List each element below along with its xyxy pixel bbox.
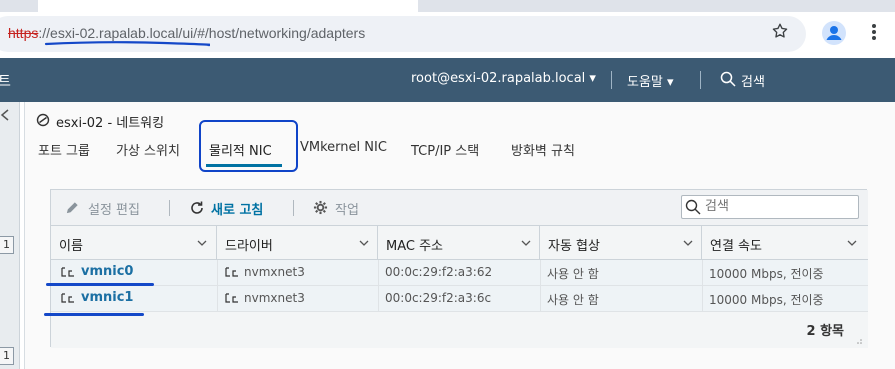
browser-menu-icon[interactable] xyxy=(868,22,880,42)
host-icon xyxy=(36,113,50,127)
autoneg-cell: 사용 안 함 xyxy=(547,267,599,281)
toolbar-divider xyxy=(169,200,170,216)
cell-divider xyxy=(540,286,541,312)
help-menu[interactable]: 도움말 ▾ xyxy=(627,71,674,90)
gear-icon xyxy=(313,200,328,215)
cell-divider xyxy=(378,260,379,286)
url-path: ://esxi-02.rapalab.local/ui/#/host/netwo… xyxy=(38,25,366,41)
url-text[interactable]: https://esxi-02.rapalab.local/ui/#/host/… xyxy=(8,25,365,41)
mac-cell: 00:0c:29:f2:a3:6c xyxy=(385,291,492,305)
actions-button[interactable]: 작업 xyxy=(335,199,359,218)
column-header-driver[interactable]: 드라이버 xyxy=(217,226,378,260)
cell-divider xyxy=(378,286,379,312)
search-icon xyxy=(685,199,701,215)
grid-header: 이름 드라이버 MAC 주소 자동 협상 연결 속도 xyxy=(51,226,868,260)
item-count: 2 항목 xyxy=(806,324,845,339)
cell-divider xyxy=(702,260,703,286)
edit-settings-button[interactable]: 설정 편집 xyxy=(88,199,140,218)
speed-cell: 10000 Mbps, 전이중 xyxy=(709,293,824,307)
header-divider xyxy=(611,71,612,89)
search-icon[interactable] xyxy=(720,71,736,87)
pencil-icon xyxy=(66,202,78,214)
navigator-badge[interactable]: 1 xyxy=(0,236,14,254)
tab-vmkernel-nics[interactable]: VMkernel NIC xyxy=(300,140,387,155)
tab-firewall-rules[interactable]: 방화벽 규칙 xyxy=(511,140,575,159)
grid-search-box[interactable] xyxy=(681,195,859,219)
tab-port-groups[interactable]: 포트 그룹 xyxy=(38,140,90,159)
nic-name-link[interactable]: vmnic0 xyxy=(81,264,133,279)
tab-physical-nics[interactable]: 물리적 NIC xyxy=(209,140,272,159)
cell-divider xyxy=(217,286,218,312)
column-label: MAC 주소 xyxy=(386,239,444,254)
grid-search-input[interactable] xyxy=(705,199,855,214)
table-row[interactable]: vmnic0 nvmxnet3 00:0c:29:f2:a3:62 사용 안 함… xyxy=(51,260,868,286)
refresh-button[interactable]: 새로 고침 xyxy=(211,199,263,218)
collapse-navigator-icon[interactable] xyxy=(0,109,10,121)
browser-active-tab[interactable] xyxy=(38,0,418,12)
app-header: 트 root@esxi-02.rapalab.local ▾ 도움말 ▾ 검색 xyxy=(0,58,895,102)
user-menu[interactable]: root@esxi-02.rapalab.local ▾ xyxy=(411,71,596,86)
cell-divider xyxy=(217,260,218,286)
column-header-name[interactable]: 이름 xyxy=(51,226,217,260)
column-header-autoneg[interactable]: 자동 협상 xyxy=(540,226,702,260)
grid-toolbar: 설정 편집 새로 고침 작업 xyxy=(51,190,868,226)
tab-virtual-switches[interactable]: 가상 스위치 xyxy=(116,140,180,159)
address-bar[interactable]: https://esxi-02.rapalab.local/ui/#/host/… xyxy=(0,16,806,52)
nic-name-link[interactable]: vmnic1 xyxy=(81,290,133,305)
chevron-down-icon[interactable] xyxy=(847,239,857,247)
browser-tab-strip xyxy=(0,0,895,12)
cell-divider xyxy=(702,286,703,312)
active-tab-indicator xyxy=(206,164,282,167)
toolbar-divider xyxy=(293,200,294,216)
column-header-mac[interactable]: MAC 주소 xyxy=(378,226,540,260)
cell-divider xyxy=(540,260,541,286)
url-scheme: https xyxy=(8,25,39,41)
refresh-icon xyxy=(191,201,203,214)
physical-nic-grid: 설정 편집 새로 고침 작업 이름 드라이버 MAC 주소 xyxy=(50,189,868,348)
column-label: 연결 속도 xyxy=(710,239,762,254)
chevron-down-icon[interactable] xyxy=(521,239,531,247)
browser-toolbar: https://esxi-02.rapalab.local/ui/#/host/… xyxy=(0,12,895,58)
header-divider xyxy=(700,71,701,89)
speed-cell: 10000 Mbps, 전이중 xyxy=(709,267,824,281)
chevron-down-icon[interactable] xyxy=(683,239,693,247)
navigator-badge[interactable]: 1 xyxy=(0,347,14,365)
nic-icon xyxy=(225,267,238,277)
screen: https://esxi-02.rapalab.local/ui/#/host/… xyxy=(0,0,895,369)
grid-footer: 2 항목 xyxy=(51,312,868,348)
driver-cell: nvmxnet3 xyxy=(244,291,305,305)
mac-cell: 00:0c:29:f2:a3:62 xyxy=(385,265,493,279)
nic-icon xyxy=(61,293,74,303)
header-search[interactable]: 검색 xyxy=(741,71,765,90)
nic-icon xyxy=(225,293,238,303)
chevron-down-icon[interactable] xyxy=(359,239,369,247)
column-label: 자동 협상 xyxy=(548,239,600,254)
autoneg-cell: 사용 안 함 xyxy=(547,293,599,307)
driver-cell: nvmxnet3 xyxy=(244,265,305,279)
app-title: 트 xyxy=(0,74,11,90)
column-label: 이름 xyxy=(59,239,83,254)
tab-tcpip-stacks[interactable]: TCP/IP 스택 xyxy=(411,140,479,159)
nic-icon xyxy=(61,267,74,277)
page-title: esxi-02 - 네트워킹 xyxy=(56,116,165,131)
bookmark-star-icon[interactable] xyxy=(771,22,789,40)
column-header-speed[interactable]: 연결 속도 xyxy=(702,226,868,260)
column-label: 드라이버 xyxy=(225,239,273,254)
resize-handle-icon[interactable] xyxy=(854,336,862,344)
chevron-down-icon[interactable] xyxy=(197,239,207,247)
table-row[interactable]: vmnic1 nvmxnet3 00:0c:29:f2:a3:6c 사용 안 함… xyxy=(51,286,868,312)
profile-avatar-icon[interactable] xyxy=(822,21,846,45)
